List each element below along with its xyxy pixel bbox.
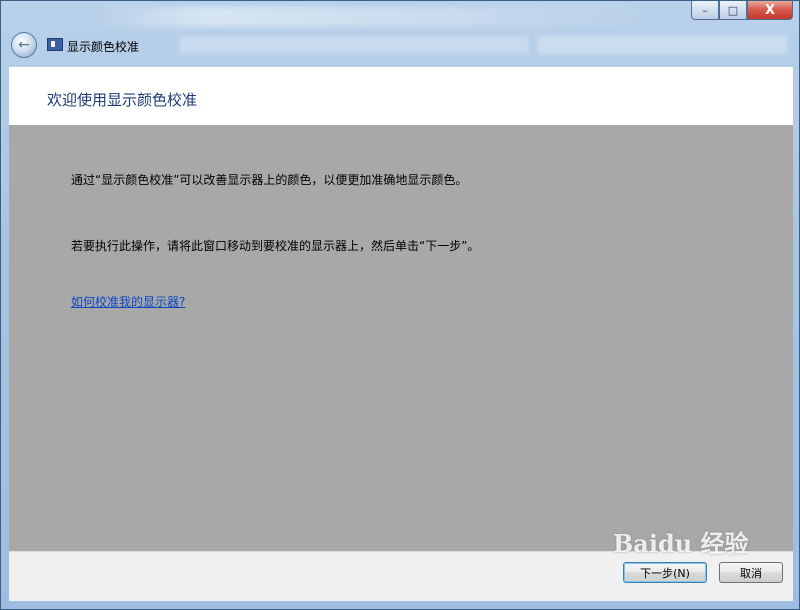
page-title: 欢迎使用显示颜色校准 (47, 91, 198, 109)
caption-buttons: – □ X (691, 1, 793, 20)
wizard-header: 欢迎使用显示颜色校准 (9, 67, 793, 125)
display-calibration-icon (47, 38, 63, 51)
intro-text: 通过“显示颜色校准”可以改善显示器上的颜色，以便更加准确地显示颜色。 (71, 173, 468, 187)
maximize-button[interactable]: □ (719, 1, 747, 20)
help-link[interactable]: 如何校准我的显示器? (71, 293, 185, 310)
cancel-button[interactable]: 取消 (719, 562, 783, 583)
title-bar-glass (91, 7, 671, 27)
navigation-bar: ← 显示颜色校准 (9, 31, 791, 61)
minimize-button[interactable]: – (691, 1, 719, 20)
watermark-logo: Baidu 经验 (613, 529, 749, 558)
close-button[interactable]: X (747, 1, 793, 20)
window-title: 显示颜色校准 (67, 40, 140, 54)
back-arrow-icon[interactable]: ← (11, 32, 37, 58)
search-box (537, 36, 787, 54)
wizard-content: 欢迎使用显示颜色校准 通过“显示颜色校准”可以改善显示器上的颜色，以便更加准确地… (9, 67, 793, 601)
next-button[interactable]: 下一步(N) (623, 562, 707, 583)
address-bar (179, 36, 529, 54)
instruction-text: 若要执行此操作，请将此窗口移动到要校准的显示器上，然后单击“下一步”。 (71, 239, 480, 253)
window-frame: – □ X ← 显示颜色校准 欢迎使用显示颜色校准 通过“显示颜色校准”可以改善… (0, 0, 800, 610)
